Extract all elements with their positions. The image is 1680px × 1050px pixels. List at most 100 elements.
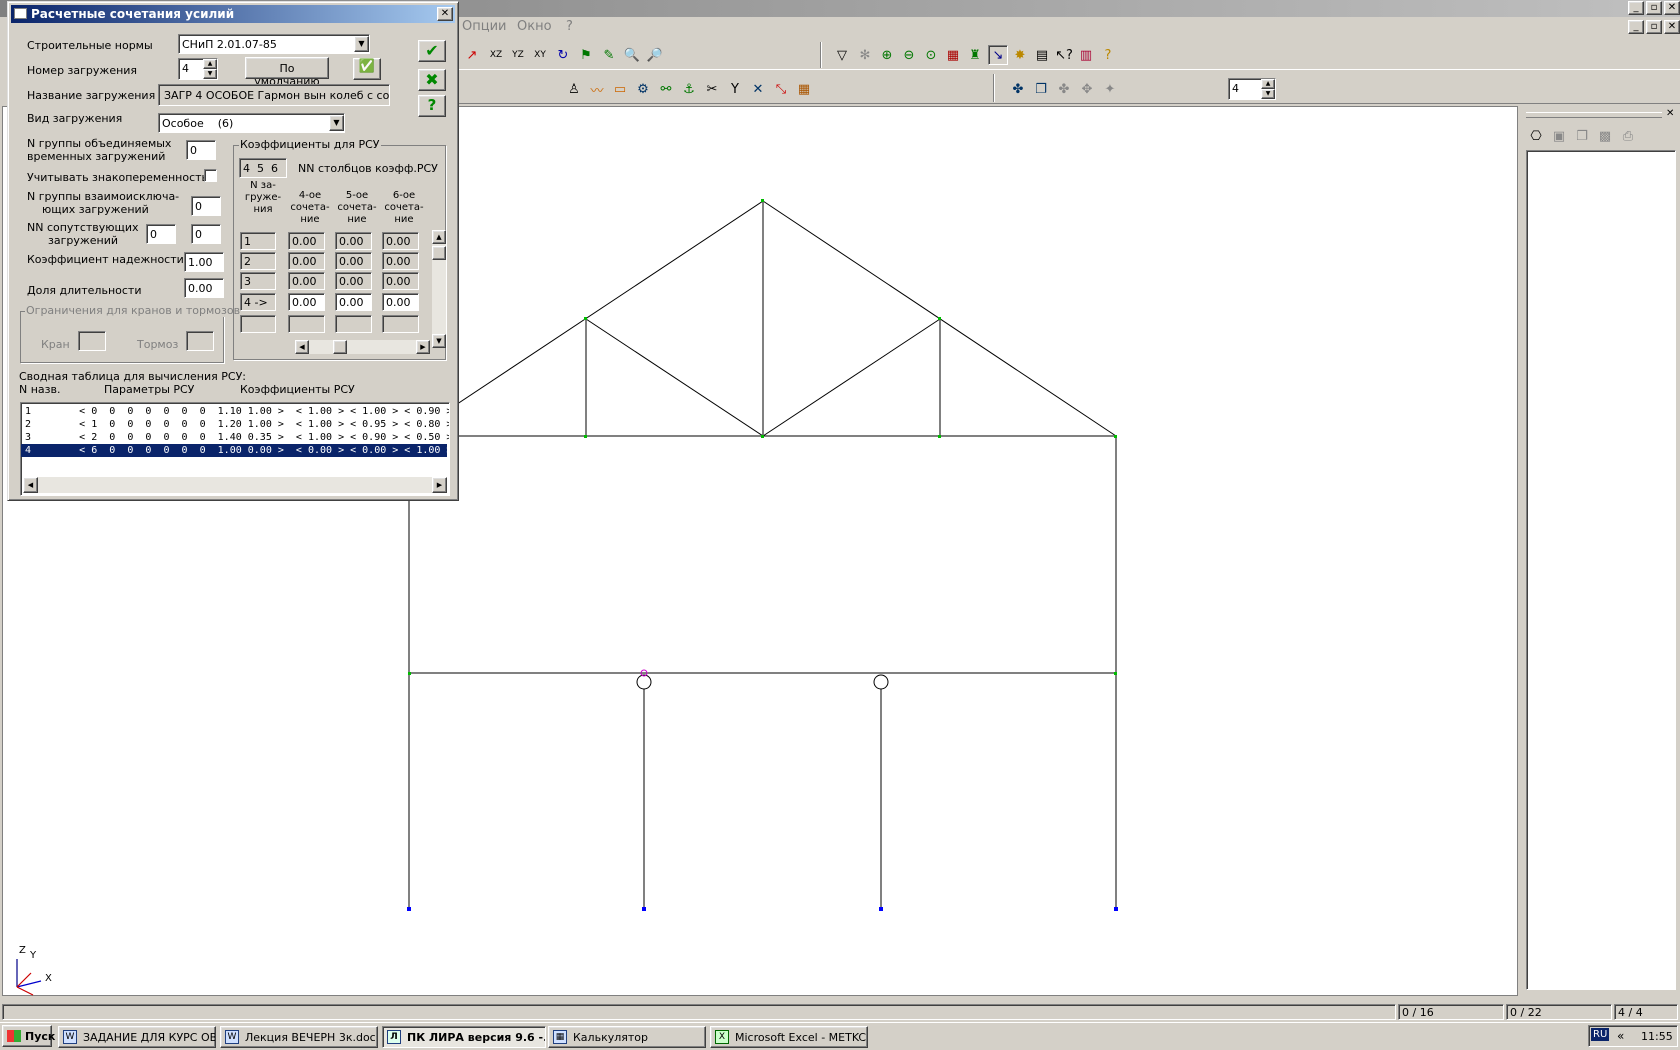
sign-checkbox[interactable] — [204, 169, 217, 182]
zoom-in-icon[interactable]: 🔍 — [622, 45, 642, 65]
help-button[interactable]: ? — [418, 95, 446, 117]
doc-close-button[interactable]: ✕ — [1664, 20, 1680, 34]
panel-list[interactable] — [1526, 150, 1676, 990]
task-calculator[interactable]: ▦ Калькулятор — [548, 1026, 706, 1048]
help-cursor-icon[interactable]: ↖? — [1054, 45, 1074, 65]
doc-minimize-button[interactable]: _ — [1628, 20, 1644, 34]
fork-icon[interactable]: Y — [725, 79, 745, 99]
ok-button[interactable]: ✔ — [418, 40, 446, 62]
calculator-icon: ▦ — [553, 1030, 567, 1044]
doc-restore-button[interactable]: ▫ — [1646, 20, 1662, 34]
scroll-right-arrow[interactable]: ▶ — [416, 340, 430, 354]
axis-xy-icon[interactable]: ↗ — [462, 45, 482, 65]
wave-icon[interactable]: 〰 — [587, 79, 607, 99]
norms-select[interactable]: СНиП 2.01.07-85 — [178, 34, 370, 54]
spin-down[interactable]: ▼ — [1261, 89, 1275, 99]
dialog-close-button[interactable]: ✕ — [437, 7, 453, 21]
zoom-plus-icon[interactable]: ⊕ — [877, 45, 897, 65]
summary-row[interactable]: 1 < 0 0 0 0 0 0 0 1.10 1.00 > < 1.00 > <… — [21, 405, 449, 418]
summary-row[interactable]: 2 < 1 0 0 0 0 0 0 1.20 1.00 > < 1.00 > <… — [21, 418, 449, 431]
apply-icon-button[interactable]: ✅ — [353, 58, 381, 80]
print-icon[interactable]: ▤ — [1032, 45, 1052, 65]
group-input[interactable]: 0 — [186, 140, 216, 160]
scroll-up-arrow[interactable]: ▲ — [432, 230, 446, 244]
grid-icon[interactable]: ▦ — [943, 45, 963, 65]
book-icon[interactable]: ▥ — [1076, 45, 1096, 65]
view-xz-icon[interactable]: XZ — [486, 45, 506, 65]
arrows-icon[interactable]: ⤡ — [771, 79, 791, 99]
summary-list[interactable]: 1 < 0 0 0 0 0 0 0 1.10 1.00 > < 1.00 > <… — [20, 402, 450, 496]
table-icon[interactable]: ▦ — [794, 79, 814, 99]
load-number-up[interactable]: ▲ — [203, 59, 217, 69]
scroll-thumb[interactable] — [432, 246, 446, 260]
summary-row-selected[interactable]: 4 < 6 0 0 0 0 0 0 1.00 0.00 > < 0.00 > <… — [21, 444, 449, 457]
start-button[interactable]: Пуск — [2, 1025, 55, 1047]
summary-row[interactable]: 3 < 2 0 0 0 0 0 0 1.40 0.35 > < 1.00 > <… — [21, 431, 449, 444]
rotate-icon[interactable]: ↻ — [553, 45, 573, 65]
scroll-right-arrow[interactable]: ▶ — [432, 477, 447, 493]
load-number-down[interactable]: ▼ — [203, 69, 217, 79]
zoom-minus-icon[interactable]: ⊖ — [899, 45, 919, 65]
load-type-select[interactable]: Особое (6) — [158, 113, 345, 133]
copy-icon[interactable]: ❐ — [1031, 79, 1051, 99]
panel-copy-icon: ❐ — [1576, 128, 1588, 144]
coef-cell: 0.00 — [382, 252, 419, 270]
menu-options[interactable]: Опции — [462, 19, 506, 34]
link-icon[interactable]: ⚯ — [656, 79, 676, 99]
coef-input[interactable]: 0.00 — [288, 293, 325, 311]
coef-input[interactable]: 0.00 — [382, 293, 419, 311]
zoom-fit-icon[interactable]: ⊙ — [921, 45, 941, 65]
menu-window[interactable]: Окно — [517, 19, 552, 34]
coef-hscroll[interactable]: ◀ ▶ — [295, 340, 430, 354]
task-word-1[interactable]: W ЗАДАНИЕ ДЛЯ КУРС ОВ... — [58, 1026, 216, 1048]
maximize-button[interactable]: ▫ — [1646, 1, 1662, 15]
panel-close-icon[interactable]: ✕ — [1666, 108, 1674, 119]
scroll-down-arrow[interactable]: ▼ — [432, 334, 446, 348]
coef-header-5: 5-ое сочета- ние — [337, 190, 377, 225]
tray-expand-icon[interactable]: « — [1617, 1029, 1624, 1043]
task-excel[interactable]: X Microsoft Excel - METKC.... — [710, 1026, 868, 1048]
task-lira[interactable]: Л ПК ЛИРА версия 9.6 -... — [382, 1026, 546, 1048]
norms-dropdown-button[interactable]: ▼ — [354, 36, 369, 52]
reliability-input[interactable]: 1.00 — [184, 252, 224, 272]
accompanying-input-1[interactable]: 0 — [146, 224, 176, 244]
run-icon[interactable]: ✸ — [1010, 45, 1030, 65]
scroll-left-arrow[interactable]: ◀ — [295, 340, 309, 354]
load-type-dropdown-button[interactable]: ▼ — [329, 115, 344, 131]
hinge-icon[interactable]: ✂ — [702, 79, 722, 99]
select-tool-icon[interactable]: ↘ — [988, 45, 1008, 65]
spin-up[interactable]: ▲ — [1261, 79, 1275, 89]
help-icon[interactable]: ? — [1098, 45, 1118, 65]
language-indicator[interactable]: RU — [1591, 1028, 1610, 1041]
exclusive-input[interactable]: 0 — [191, 196, 221, 216]
summary-hscroll[interactable]: ◀ ▶ — [23, 477, 447, 493]
support-icon[interactable]: ⚓ — [679, 79, 699, 99]
panel-camera-icon[interactable]: ⎔ — [1526, 126, 1546, 146]
bottle-icon[interactable]: ♜ — [965, 45, 985, 65]
default-button[interactable]: По умолчанию — [245, 57, 329, 88]
view-yz-icon[interactable]: YZ — [508, 45, 528, 65]
scroll-thumb[interactable] — [333, 340, 347, 354]
task-word-2[interactable]: W Лекция ВЕЧЕРН 3к.doc ... — [220, 1026, 378, 1048]
close-button[interactable]: ✕ — [1664, 1, 1680, 15]
beam-load-icon[interactable]: ▭ — [610, 79, 630, 99]
flag-icon[interactable]: ⚑ — [576, 45, 596, 65]
duration-input[interactable]: 0.00 — [184, 278, 224, 298]
coef-input[interactable]: 0.00 — [335, 293, 372, 311]
snow-icon[interactable]: ✻ — [855, 45, 875, 65]
coef-cell: 0.00 — [382, 232, 419, 250]
scroll-left-arrow[interactable]: ◀ — [23, 477, 38, 493]
coef-vscroll[interactable]: ▲ ▼ — [432, 230, 446, 348]
stiffness-icon[interactable]: ⚙ — [633, 79, 653, 99]
view-xy-icon[interactable]: XY — [530, 45, 550, 65]
menu-help[interactable]: ? — [566, 19, 573, 34]
minimize-button[interactable]: _ — [1628, 1, 1644, 15]
accompanying-input-2[interactable]: 0 — [191, 224, 221, 244]
zoom-out-icon[interactable]: 🔎 — [645, 45, 665, 65]
node-load-icon[interactable]: ♙ — [564, 79, 584, 99]
pencil-icon[interactable]: ✎ — [599, 45, 619, 65]
filter-icon[interactable]: ▽ — [832, 45, 852, 65]
cross-icon[interactable]: ✕ — [748, 79, 768, 99]
element-icon[interactable]: ✤ — [1008, 79, 1028, 99]
cancel-button[interactable]: ✖ — [418, 69, 446, 91]
